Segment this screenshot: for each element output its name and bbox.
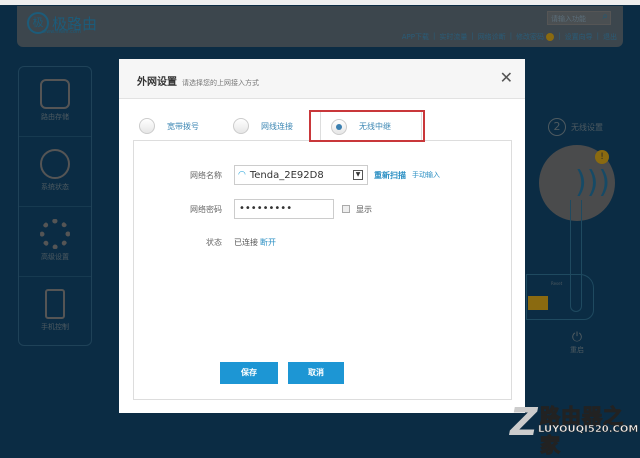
rescan-link[interactable]: 重新扫描 xyxy=(374,170,406,181)
logo-url: www.hiwifi.com xyxy=(42,29,81,35)
repeater-form: 网络名称 ◠ Tenda_2E92D8 ▼ 重新扫描 手动输入 网络密码 •••••… xyxy=(133,140,512,400)
reboot-button[interactable]: ⏻ 重启 xyxy=(570,330,584,355)
step-number: 2 xyxy=(548,118,566,136)
sidebar-item-status[interactable]: 系统状态 xyxy=(19,137,91,207)
nav-realtime-traffic[interactable]: 实时流量 xyxy=(439,32,467,42)
warning-badge: ! xyxy=(595,150,609,164)
database-icon xyxy=(40,79,70,109)
step-wireless[interactable]: 2 无线设置 xyxy=(548,118,603,136)
search-input[interactable]: 请输入功能 ⌕ xyxy=(547,11,611,25)
top-nav: APP下载 | 实时流量 | 网络诊断 | 修改密码 | 设置向导 | 退出 xyxy=(401,32,617,42)
tab-label: 宽带拨号 xyxy=(167,121,199,131)
password-row: 网络密码 ••••••••• 显示 xyxy=(134,199,372,219)
network-name-value: Tenda_2E92D8 xyxy=(249,169,324,181)
nav-network-diagnosis[interactable]: 网络诊断 xyxy=(478,32,506,42)
sidebar-item-advanced[interactable]: 高级设置 xyxy=(19,207,91,277)
sidebar-item-label: 手机控制 xyxy=(41,323,69,331)
manual-input-link[interactable]: 手动输入 xyxy=(412,170,440,180)
network-name-row: 网络名称 ◠ Tenda_2E92D8 ▼ 重新扫描 手动输入 xyxy=(134,165,440,185)
nav-logout[interactable]: 退出 xyxy=(603,32,617,42)
watermark-logo: Z xyxy=(510,400,538,444)
save-button[interactable]: 保存 xyxy=(220,362,278,384)
disconnect-link[interactable]: 断开 xyxy=(260,237,276,248)
watermark: Z 路由器之家 LUYOUQI520.COM xyxy=(500,400,640,458)
network-name-label: 网络名称 xyxy=(190,170,222,180)
highlight-box xyxy=(309,110,425,142)
tab-dhcp[interactable]: 网线连接 xyxy=(233,111,293,141)
sidebar-item-label: 系统状态 xyxy=(41,183,69,191)
search-placeholder: 请输入功能 xyxy=(551,15,586,23)
password-input[interactable]: ••••••••• xyxy=(234,199,334,219)
sidebar-item-label: 路由存储 xyxy=(41,113,69,121)
sidebar-item-mobile[interactable]: 手机控制 xyxy=(19,277,91,347)
reboot-label: 重启 xyxy=(570,346,584,354)
search-icon[interactable]: ⌕ xyxy=(602,11,608,22)
watermark-url: LUYOUQI520.COM xyxy=(538,424,639,436)
status-value: 已连接 xyxy=(234,238,258,247)
pulse-icon xyxy=(40,149,70,179)
phone-icon xyxy=(45,289,65,319)
radio-dhcp[interactable] xyxy=(233,118,249,134)
sidebar: 路由存储 系统状态 高级设置 手机控制 xyxy=(18,66,92,346)
wifi-icon: ◠ xyxy=(238,170,246,180)
status-row: 状态 已连接 断开 xyxy=(134,237,276,248)
sidebar-item-label: 高级设置 xyxy=(41,253,69,261)
reset-port-label: Reset xyxy=(551,281,563,286)
cancel-button[interactable]: 取消 xyxy=(288,362,344,384)
status-label: 状态 xyxy=(206,238,222,247)
dialog-subtitle: 请选择您的上网接入方式 xyxy=(182,79,259,87)
dialog-title: 外网设置 xyxy=(137,77,177,88)
tab-label: 网线连接 xyxy=(261,121,293,131)
sidebar-item-storage[interactable]: 路由存储 xyxy=(19,67,91,137)
radio-pppoe[interactable] xyxy=(139,118,155,134)
chevron-down-icon[interactable]: ▼ xyxy=(353,170,363,180)
step-label: 无线设置 xyxy=(571,122,603,132)
nav-setup-wizard[interactable]: 设置向导 xyxy=(565,32,593,42)
top-header: 极 极路由 www.hiwifi.com 请输入功能 ⌕ APP下载 | 实时流量 |… xyxy=(17,6,623,47)
browser-strip xyxy=(0,0,640,5)
tab-pppoe[interactable]: 宽带拨号 xyxy=(139,111,199,141)
show-password-checkbox[interactable] xyxy=(342,205,350,213)
notification-badge xyxy=(546,33,555,41)
nav-app-download[interactable]: APP下载 xyxy=(402,32,429,42)
network-name-select[interactable]: ◠ Tenda_2E92D8 ▼ xyxy=(234,165,368,185)
wifi-icon: ))) xyxy=(575,165,611,200)
gear-icon xyxy=(40,219,70,249)
show-password-label: 显示 xyxy=(356,204,372,214)
power-icon: ⏻ xyxy=(571,330,583,345)
close-icon[interactable]: ✕ xyxy=(500,68,513,87)
nav-change-password[interactable]: 修改密码 xyxy=(516,32,555,42)
ethernet-port-icon xyxy=(528,296,548,310)
password-label: 网络密码 xyxy=(190,204,222,214)
wan-settings-dialog: 外网设置 请选择您的上网接入方式 ✕ 宽带拨号 网线连接 无线中继 网络名称 ◠… xyxy=(119,59,525,413)
dialog-header: 外网设置 请选择您的上网接入方式 xyxy=(119,59,525,99)
